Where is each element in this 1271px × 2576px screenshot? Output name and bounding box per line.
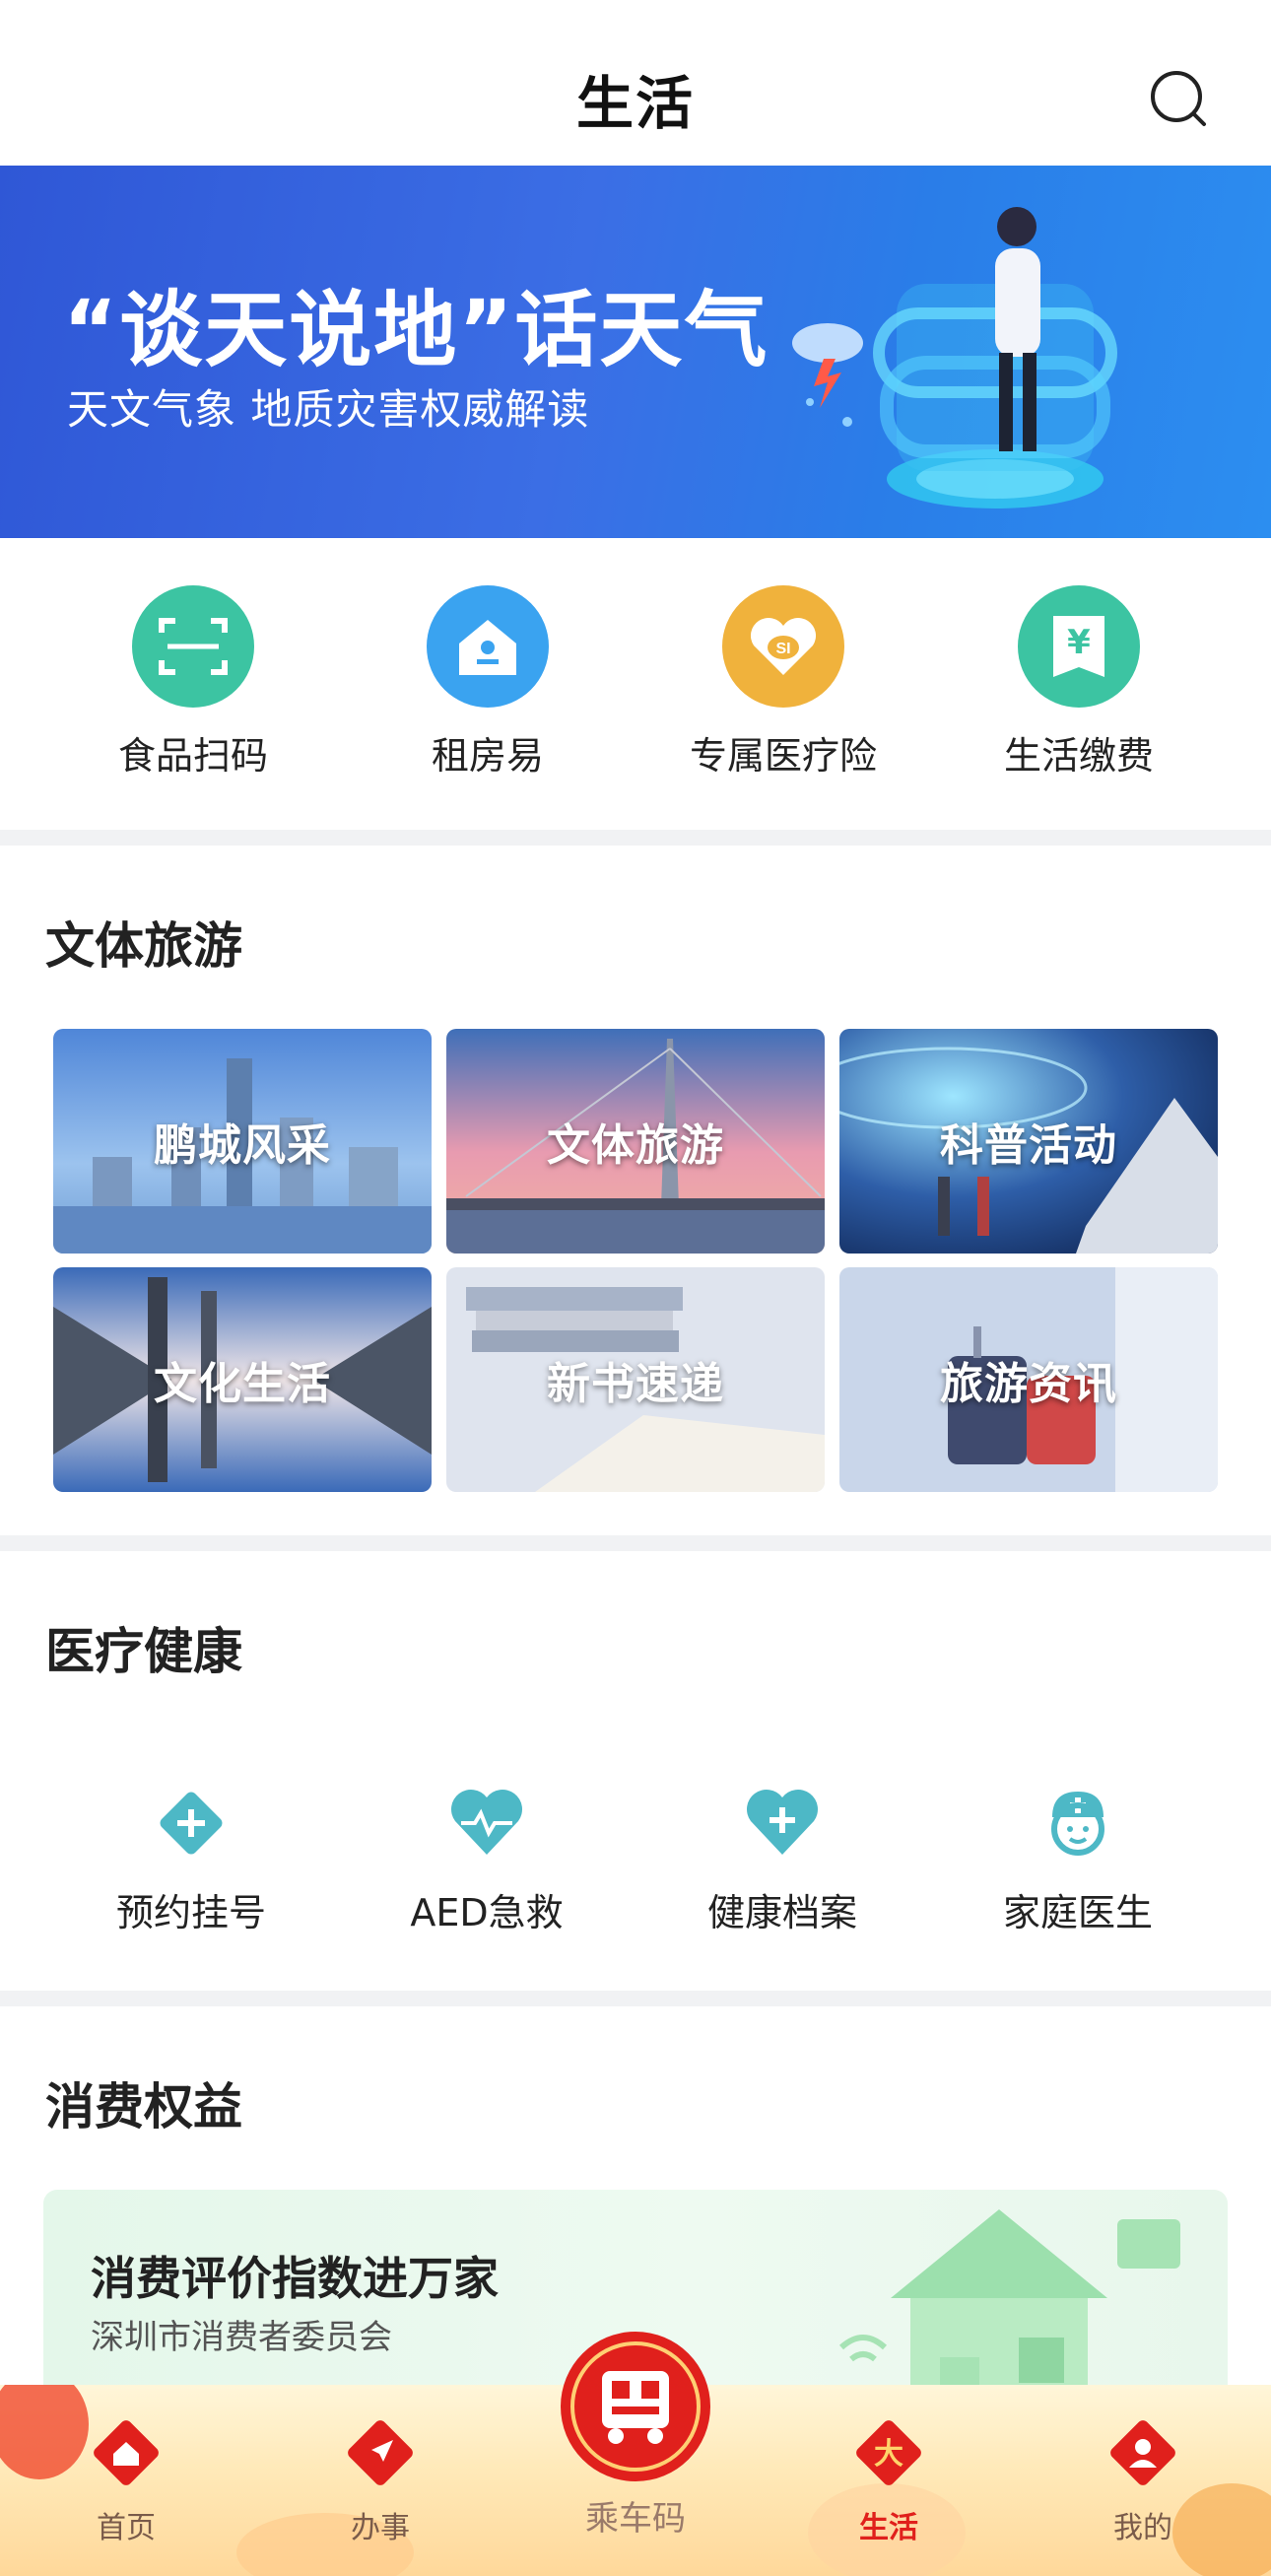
health-item-family-doctor[interactable]: 家庭医生 [930,1784,1226,1936]
tab-life[interactable]: 大 生活 [810,2414,968,2546]
heart-plus-icon [747,1790,818,1855]
top-header: 生活 [0,0,1271,166]
weather-banner[interactable]: “谈天说地”话天气 天文气象 地质灾害权威解读 [0,166,1271,538]
svg-text:SI: SI [775,641,790,657]
section-divider [0,830,1271,846]
banner-subtitle: 天文气象 地质灾害权威解读 [67,385,590,434]
card-subtitle: 深圳市消费者委员会 [91,2318,392,2357]
tab-mine[interactable]: 我的 [1064,2414,1222,2546]
tab-label: 办事 [351,2511,410,2545]
health-item-label: 健康档案 [706,1891,857,1934]
health-item-label: AED急救 [410,1891,564,1934]
tile-travel-info[interactable]: 旅游资讯 [839,1267,1218,1492]
tile-label: 文化生活 [154,1359,331,1409]
tile-label: 科普活动 [940,1120,1117,1171]
search-icon[interactable] [1149,69,1210,130]
banner-title: “谈天说地”话天气 [63,282,769,378]
health-item-aed[interactable]: AED急救 [339,1784,635,1936]
quick-item-label: 生活缴费 [1003,734,1154,778]
tile-label: 新书速递 [547,1359,724,1409]
tab-bus-code[interactable]: 乘车码 [552,2326,719,2540]
tile-cultural-life[interactable]: 文化生活 [53,1267,432,1492]
quick-item-food-scan[interactable]: 食品扫码 [75,585,311,780]
tile-label: 鹏城风采 [154,1120,331,1171]
tab-label: 生活 [859,2511,918,2545]
life-icon: 大 [856,2420,921,2485]
user-icon [1110,2420,1175,2485]
health-item-appointment[interactable]: 预约挂号 [43,1784,339,1936]
section-divider [0,1535,1271,1551]
heart-shield-icon: SI [722,585,844,708]
house-icon [427,585,549,708]
tab-services[interactable]: 办事 [301,2414,459,2546]
quick-item-label: 食品扫码 [117,734,268,778]
plus-diamond-icon [160,1792,223,1855]
quick-item-utility-payment[interactable]: ¥ 生活缴费 [961,585,1197,780]
tab-label: 乘车码 [585,2499,686,2539]
svg-text:¥: ¥ [1067,623,1091,662]
card-title: 消费评价指数进万家 [91,2252,499,2305]
quick-item-medical-insurance[interactable]: SI 专属医疗险 [665,585,902,780]
heartbeat-icon [451,1790,522,1855]
tile-label: 旅游资讯 [940,1359,1117,1409]
health-item-label: 预约挂号 [115,1891,266,1934]
bus-qr-icon [561,2332,710,2481]
section-title-consumer: 消费权益 [45,2078,242,2135]
quick-item-label: 专属医疗险 [689,734,877,778]
health-item-label: 家庭医生 [1002,1891,1153,1934]
scan-frame-icon [132,585,254,708]
tile-label: 文体旅游 [547,1120,724,1171]
tile-culture-sports-tourism[interactable]: 文体旅游 [446,1029,825,1254]
life-icon-glyph: 大 [874,2437,903,2472]
quick-item-rental[interactable]: 租房易 [369,585,606,780]
tab-label: 我的 [1113,2511,1172,2545]
tile-science-activities[interactable]: 科普活动 [839,1029,1218,1254]
quick-item-label: 租房易 [431,734,544,778]
tab-label: 首页 [97,2511,156,2545]
section-title-culture: 文体旅游 [45,917,242,975]
tile-new-books[interactable]: 新书速递 [446,1267,825,1492]
home-icon [94,2420,159,2485]
banner-illustration [792,207,1117,508]
health-item-health-records[interactable]: 健康档案 [635,1784,930,1936]
section-divider [0,1991,1271,2006]
doctor-icon [1051,1792,1104,1856]
navigation-arrow-icon [348,2420,413,2485]
tile-city-scenery[interactable]: 鹏城风采 [53,1029,432,1254]
quick-services: 食品扫码 租房易 SI 专属医疗险 ¥ 生活缴费 [0,538,1271,830]
tab-home[interactable]: 首页 [47,2414,205,2546]
yen-bill-icon: ¥ [1018,585,1140,708]
section-title-health: 医疗健康 [45,1623,242,1680]
page-title: 生活 [575,70,695,137]
